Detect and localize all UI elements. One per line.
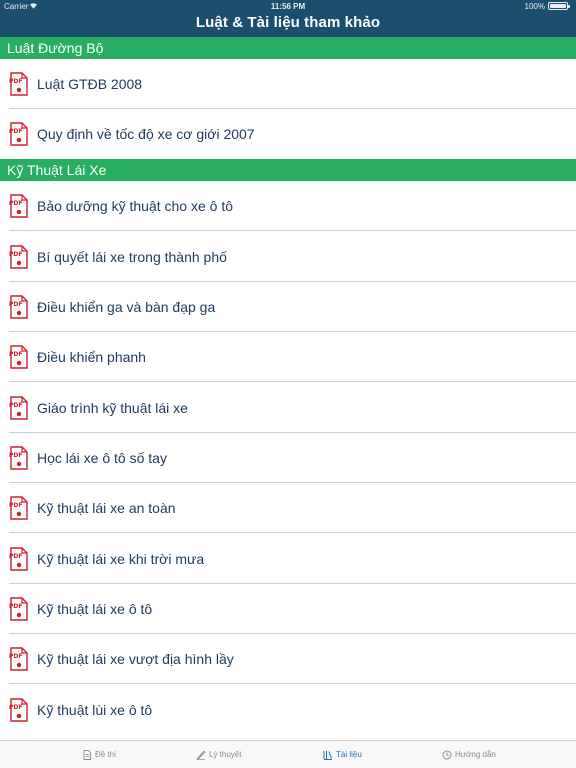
battery-percentage: 100% (524, 2, 545, 11)
row-divider (9, 532, 576, 533)
row-divider (9, 683, 576, 684)
tab-label: Lý thuyết (209, 750, 242, 759)
tab-label: Đề thi (95, 750, 116, 759)
tab-theory[interactable]: Lý thuyết (196, 741, 241, 768)
svg-text:PDF: PDF (9, 200, 22, 207)
document-title: Kỹ thuật lái xe an toàn (37, 500, 176, 516)
document-title: Điều khiển phanh (37, 349, 146, 365)
svg-text:PDF: PDF (9, 704, 22, 711)
document-title: Bí quyết lái xe trong thành phố (37, 249, 227, 265)
list-item-document[interactable]: PDF Kỹ thuật lái xe khi trời mưa (0, 534, 576, 584)
list-item-document[interactable]: PDF Kỹ thuật lái xe vượt địa hình lầy (0, 634, 576, 684)
list-item-document[interactable]: PDF Giáo trình kỹ thuật lái xe (0, 383, 576, 433)
document-title: Luật GTĐB 2008 (37, 76, 143, 92)
tab-bar: Đề thi Lý thuyết Tài liệu Hướng dẫn (0, 740, 576, 768)
svg-text:PDF: PDF (9, 128, 22, 135)
svg-text:PDF: PDF (9, 78, 22, 85)
svg-text:PDF: PDF (9, 553, 22, 560)
library-icon (323, 751, 332, 760)
list-item-document[interactable]: PDF Kỹ thuật lái xe ô tô (0, 584, 576, 634)
svg-text:PDF: PDF (9, 301, 22, 308)
navigation-bar: Carrier 11:56 PM 100% Luật & Tài liệu th… (0, 0, 576, 37)
list-item-document[interactable]: PDF Học lái xe ô tô số tay (0, 433, 576, 483)
tab-label: Hướng dẫn (455, 750, 496, 759)
pdf-icon: PDF (9, 647, 28, 671)
tab-label: Tài liệu (336, 750, 362, 759)
svg-text:PDF: PDF (9, 502, 22, 509)
document-title: Kỹ thuật lùi xe ô tô (37, 702, 153, 718)
pdf-icon: PDF (9, 446, 28, 470)
document-title: Kỹ thuật lái xe vượt địa hình lầy (37, 651, 234, 667)
battery-icon (548, 2, 570, 10)
document-title: Điều khiển ga và bàn đạp ga (37, 299, 216, 315)
document-title: Giáo trình kỹ thuật lái xe (37, 400, 188, 416)
svg-text:PDF: PDF (9, 603, 22, 610)
status-bar: Carrier 11:56 PM 100% (0, 0, 576, 12)
document-icon (83, 750, 91, 760)
svg-text:PDF: PDF (9, 452, 22, 459)
clock-label: 11:56 PM (270, 2, 306, 11)
pdf-icon: PDF (9, 698, 28, 722)
list-item-document[interactable]: PDF Bí quyết lái xe trong thành phố (0, 232, 576, 282)
pdf-icon: PDF (9, 194, 28, 218)
tab-exam[interactable]: Đề thi (82, 741, 116, 768)
pdf-icon: PDF (9, 597, 28, 621)
list-item-document[interactable]: PDF Điều khiển phanh (0, 332, 576, 382)
pdf-icon: PDF (9, 122, 28, 146)
svg-text:PDF: PDF (9, 351, 22, 358)
row-divider (9, 230, 576, 231)
pdf-icon: PDF (9, 396, 28, 420)
list-item-document[interactable]: PDF Kỹ thuật lùi xe ô tô (0, 685, 576, 735)
list-item-document[interactable]: PDF Quy định về tốc độ xe cơ giới 2007 (0, 109, 576, 159)
tab-documents[interactable]: Tài liệu (323, 741, 362, 768)
section-header-road-law: Luật Đường Bộ (0, 37, 576, 59)
list-item-document[interactable]: PDF Điều khiển ga và bàn đạp ga (0, 282, 576, 332)
svg-text:PDF: PDF (9, 653, 22, 660)
document-title: Kỹ thuật lái xe ô tô (37, 601, 153, 617)
pdf-icon: PDF (9, 496, 28, 520)
document-title: Quy định về tốc độ xe cơ giới 2007 (37, 126, 255, 142)
section-header-driving-technique: Kỹ Thuật Lái Xe (0, 159, 576, 181)
pdf-icon: PDF (9, 547, 28, 571)
clock-icon (442, 750, 452, 760)
pdf-icon: PDF (9, 245, 28, 269)
document-title: Học lái xe ô tô số tay (37, 450, 167, 466)
row-divider (9, 381, 576, 382)
svg-text:PDF: PDF (9, 251, 22, 258)
svg-text:PDF: PDF (9, 402, 22, 409)
pencil-icon (196, 750, 206, 760)
page-title: Luật & Tài liệu tham khảo (195, 14, 381, 31)
tab-guide[interactable]: Hướng dẫn (442, 741, 496, 768)
list-item-document[interactable]: PDF Bảo dưỡng kỹ thuật cho xe ô tô (0, 181, 576, 231)
document-title: Kỹ thuật lái xe khi trời mưa (37, 551, 205, 567)
pdf-icon: PDF (9, 345, 28, 369)
list-item-document[interactable]: PDF Kỹ thuật lái xe an toàn (0, 483, 576, 533)
pdf-icon: PDF (9, 295, 28, 319)
list-item-document[interactable]: PDF Luật GTĐB 2008 (0, 59, 576, 109)
pdf-icon: PDF (9, 72, 28, 96)
document-title: Bảo dưỡng kỹ thuật cho xe ô tô (37, 198, 234, 214)
